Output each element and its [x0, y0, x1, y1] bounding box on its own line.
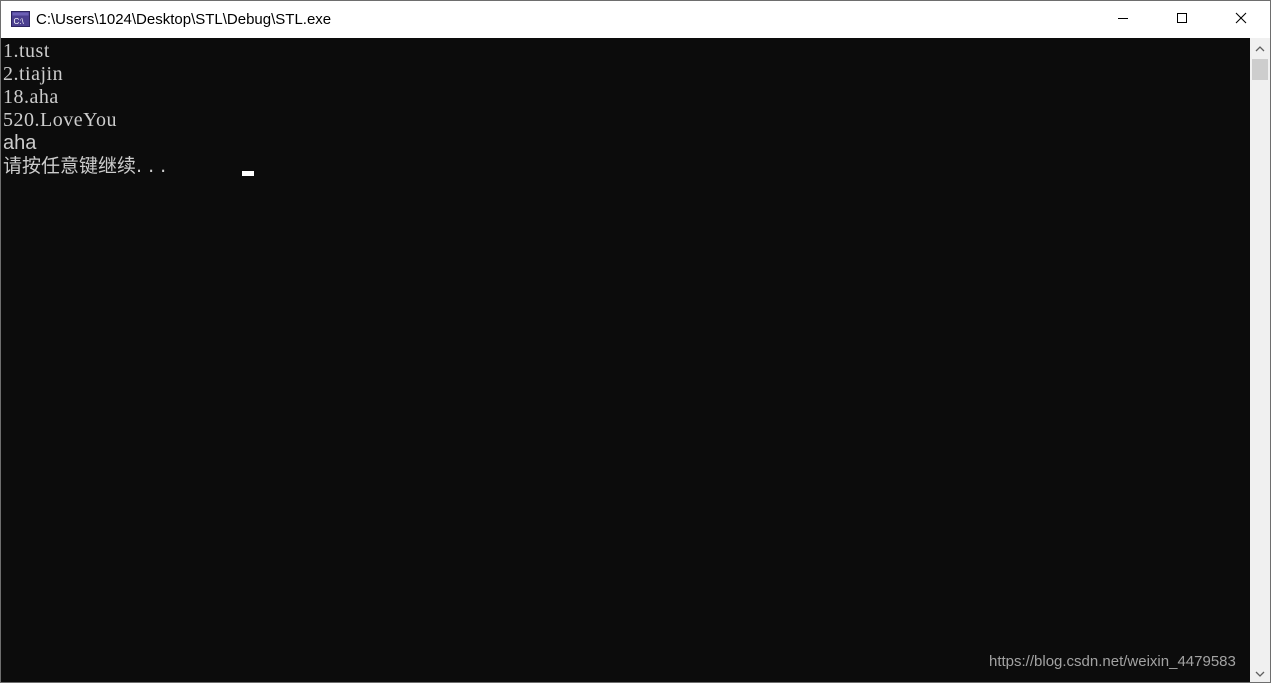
scroll-down-arrow-icon [1255, 664, 1265, 682]
maximize-icon [1176, 11, 1188, 29]
svg-text:C:\: C:\ [14, 17, 25, 26]
console-output[interactable]: 1.tust 2.tiajin 18.aha 520.LoveYou aha 请… [1, 38, 1250, 682]
press-any-key-prompt: 请按任意键继续. . . [3, 155, 167, 177]
minimize-button[interactable] [1093, 1, 1152, 38]
console-window: C:\ C:\Users\1024\Desktop\STL\Debug\STL.… [0, 0, 1271, 683]
console-line: 18.aha [3, 86, 59, 108]
scroll-down-button[interactable] [1250, 663, 1270, 682]
close-button[interactable] [1211, 1, 1270, 38]
console-line: aha [3, 132, 37, 154]
console-line: 2.tiajin [3, 63, 64, 85]
watermark: https://blog.csdn.net/weixin_4479583 [989, 653, 1236, 670]
console-line: 1.tust [3, 40, 50, 62]
maximize-button[interactable] [1152, 1, 1211, 38]
scroll-up-button[interactable] [1250, 38, 1270, 58]
console-icon: C:\ [11, 11, 30, 27]
scroll-up-arrow-icon [1255, 39, 1265, 57]
minimize-icon [1117, 11, 1129, 29]
vertical-scrollbar[interactable] [1250, 38, 1270, 682]
window-title: C:\Users\1024\Desktop\STL\Debug\STL.exe [36, 11, 332, 28]
scroll-thumb[interactable] [1252, 59, 1268, 80]
title-bar[interactable]: C:\ C:\Users\1024\Desktop\STL\Debug\STL.… [1, 1, 1270, 38]
text-cursor [242, 171, 254, 176]
console-line: 520.LoveYou [3, 109, 118, 131]
close-icon [1235, 11, 1247, 29]
